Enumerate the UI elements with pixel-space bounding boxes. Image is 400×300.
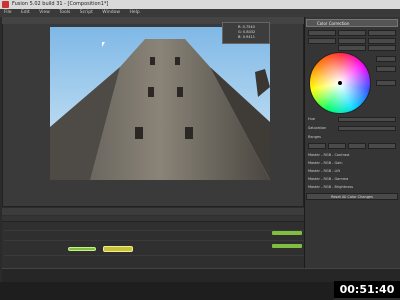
menubar: File Edit View Tools Script Window Help bbox=[0, 9, 400, 17]
label-gain: Master - RGB - Gain bbox=[308, 161, 343, 165]
keyframe-range-green[interactable] bbox=[68, 247, 96, 251]
label-saturation: Saturation bbox=[308, 126, 327, 130]
saturation-slider[interactable] bbox=[338, 126, 396, 131]
tab-button-3[interactable] bbox=[368, 30, 396, 36]
label-lift: Master - RGB - Lift bbox=[308, 169, 340, 173]
tab-button-4[interactable] bbox=[308, 38, 336, 44]
menu-view[interactable]: View bbox=[39, 10, 50, 15]
pixel-info-box: R: 0.7540 G: 0.8432 B: 0.9411 bbox=[222, 22, 270, 44]
tab-button-2[interactable] bbox=[338, 30, 366, 36]
timeline-track-line bbox=[4, 255, 304, 256]
panel-header[interactable]: Color Correction bbox=[306, 19, 398, 27]
menu-file[interactable]: File bbox=[4, 10, 12, 15]
color-wheel-handle[interactable] bbox=[338, 81, 342, 85]
timeline-header bbox=[2, 216, 304, 222]
mouse-cursor-icon bbox=[102, 42, 105, 47]
keyframe-range-right-2[interactable] bbox=[272, 244, 302, 248]
app-icon bbox=[2, 1, 9, 8]
side-button-2[interactable] bbox=[376, 66, 396, 72]
menu-script[interactable]: Script bbox=[80, 10, 93, 15]
menu-edit[interactable]: Edit bbox=[21, 10, 30, 15]
label-ranges: Ranges bbox=[308, 135, 321, 139]
timeline-toolbar[interactable] bbox=[2, 208, 304, 215]
range-button-3[interactable] bbox=[348, 143, 366, 149]
status-bar bbox=[0, 282, 334, 300]
label-hue: Hue bbox=[308, 117, 316, 121]
side-button-1[interactable] bbox=[376, 56, 396, 62]
range-button-4[interactable] bbox=[368, 143, 396, 149]
side-button-3[interactable] bbox=[376, 80, 396, 86]
label-brightness: Master - RGB - Brightness bbox=[308, 185, 354, 189]
time-ruler[interactable] bbox=[2, 268, 400, 282]
menu-help[interactable]: Help bbox=[129, 10, 139, 15]
tab-button-6[interactable] bbox=[368, 38, 396, 44]
tab-button-1[interactable] bbox=[308, 30, 336, 36]
range-button-1[interactable] bbox=[308, 143, 326, 149]
reset-all-button[interactable]: Reset All Color Changes bbox=[306, 193, 398, 200]
tab-button-8[interactable] bbox=[368, 45, 396, 51]
label-contrast: Master - RGB - Contrast bbox=[308, 153, 350, 157]
timecode-overlay: 00:51:40 bbox=[334, 281, 400, 298]
window-title: Fusion 5.02 build 31 - [Composition1*] bbox=[0, 0, 400, 9]
menu-tools[interactable]: Tools bbox=[59, 10, 70, 15]
keyframe-range-yellow[interactable] bbox=[103, 246, 133, 252]
timeline-track-line bbox=[4, 240, 304, 241]
hue-slider[interactable] bbox=[338, 117, 396, 122]
keyframe-range-right-1[interactable] bbox=[272, 231, 302, 235]
menu-window[interactable]: Window bbox=[102, 10, 120, 15]
range-button-2[interactable] bbox=[328, 143, 346, 149]
label-gamma: Master - RGB - Gamma bbox=[308, 177, 349, 181]
tab-button-5[interactable] bbox=[338, 38, 366, 44]
viewer-image bbox=[50, 27, 270, 180]
pixel-info-b: B: 0.9411 bbox=[238, 35, 255, 39]
tab-button-7[interactable] bbox=[338, 45, 366, 51]
timeline-track-line bbox=[4, 230, 304, 231]
